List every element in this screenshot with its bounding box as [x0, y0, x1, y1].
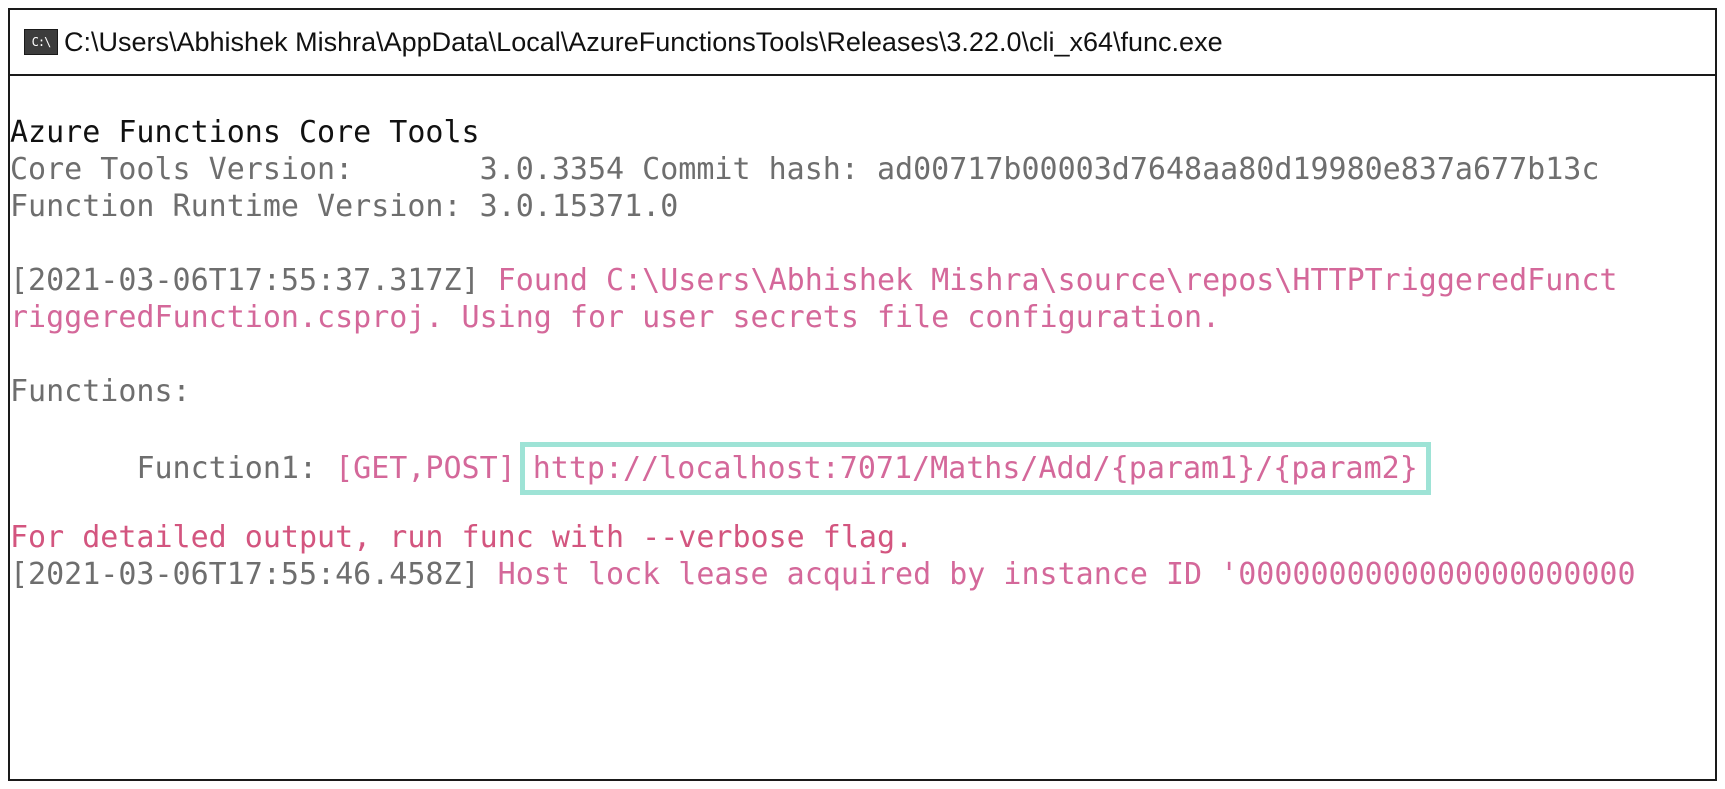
log-timestamp: [2021-03-06T17:55:37.317Z] [10, 263, 480, 298]
log-line-1-continued: riggeredFunction.csproj. Using for user … [10, 300, 1221, 335]
log-line-1: [2021-03-06T17:55:37.317Z] Found C:\User… [10, 262, 1618, 299]
console-output[interactable]: Azure Functions Core Tools Core Tools Ve… [10, 76, 1715, 779]
console-window: C:\ C:\Users\Abhishek Mishra\AppData\Loc… [8, 8, 1717, 781]
core-tools-version-value: 3.0.3354 Commit hash: ad00717b00003d7648… [479, 152, 1600, 187]
window-title: C:\Users\Abhishek Mishra\AppData\Local\A… [64, 26, 1223, 57]
functions-heading: Functions: [10, 374, 191, 409]
runtime-version-line: Function Runtime Version: 3.0.15371.0 [10, 188, 678, 225]
core-tools-version-line: Core Tools Version: 3.0.3354 Commit hash… [10, 151, 1599, 188]
function-entry: Function1: [GET,POST] http://localhost:70… [10, 442, 1431, 495]
log-message: Found C:\Users\Abhishek Mishra\source\re… [479, 263, 1618, 298]
cmd-icon: C:\ [24, 29, 58, 55]
log-line-2: [2021-03-06T17:55:46.458Z] Host lock lea… [10, 556, 1636, 593]
title-bar[interactable]: C:\ C:\Users\Abhishek Mishra\AppData\Loc… [10, 10, 1715, 76]
function-url-highlight[interactable]: http://localhost:7071/Maths/Add/{param1}… [519, 442, 1431, 495]
runtime-version-value: 3.0.15371.0 [479, 189, 679, 224]
log-timestamp: [2021-03-06T17:55:46.458Z] [10, 557, 480, 592]
log-message: Host lock lease acquired by instance ID … [479, 557, 1636, 592]
core-tools-version-label: Core Tools Version: [10, 152, 480, 187]
function-name: Function1: [136, 451, 318, 486]
verbose-hint: For detailed output, run func with --ver… [10, 520, 914, 555]
function-methods: [GET,POST] [317, 451, 516, 486]
runtime-version-label: Function Runtime Version: [10, 189, 480, 224]
header-title: Azure Functions Core Tools [10, 115, 480, 150]
